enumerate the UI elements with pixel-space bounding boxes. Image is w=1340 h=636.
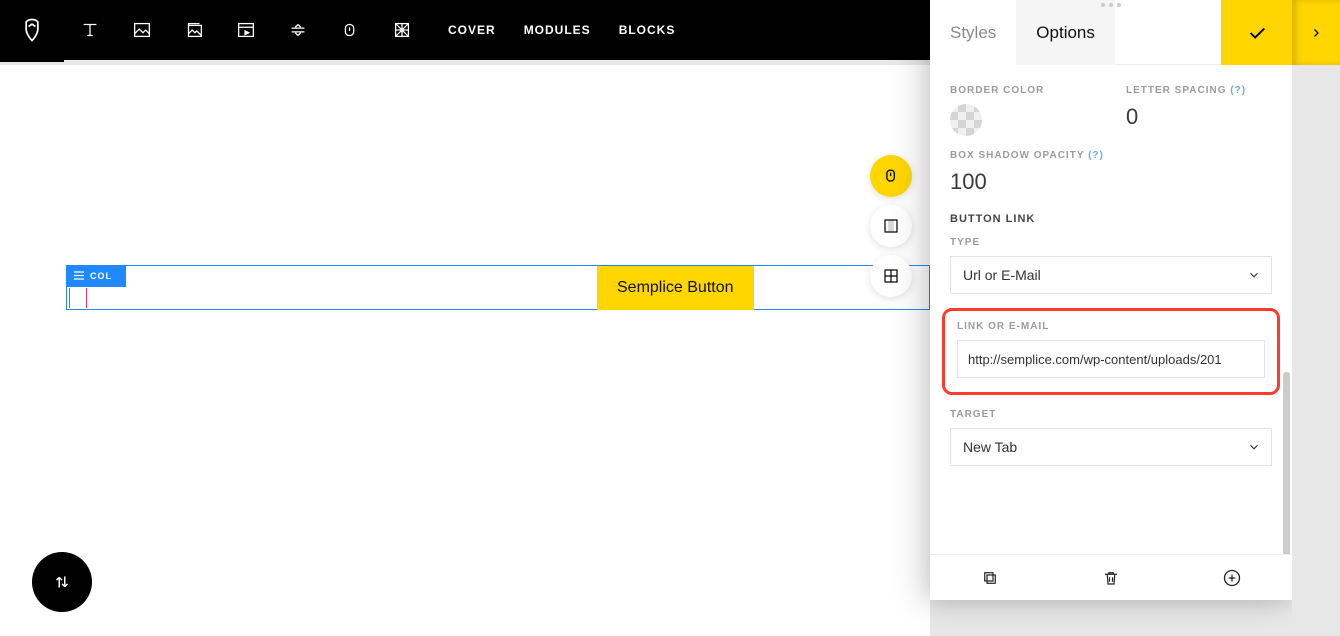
add-icon[interactable] xyxy=(1222,568,1242,588)
chevron-down-icon xyxy=(1247,268,1261,282)
button-tool-icon[interactable] xyxy=(324,0,376,60)
box-shadow-help-icon[interactable]: (?) xyxy=(1088,150,1104,161)
brand-logo[interactable] xyxy=(0,0,64,62)
drag-handle-icon[interactable] xyxy=(66,271,90,282)
box-shadow-value[interactable]: 100 xyxy=(950,169,1272,195)
link-input[interactable] xyxy=(957,340,1265,378)
target-select[interactable]: New Tab xyxy=(950,428,1272,466)
spacer-tool-icon[interactable] xyxy=(272,0,324,60)
letter-spacing-value[interactable]: 0 xyxy=(1126,104,1272,130)
duplicate-icon[interactable] xyxy=(980,568,1000,588)
sort-toggle-button[interactable] xyxy=(32,552,92,612)
column-badge-label: COL xyxy=(90,271,112,281)
target-label: TARGET xyxy=(950,409,1272,420)
tab-options[interactable]: Options xyxy=(1016,0,1115,65)
right-edge-strip xyxy=(1292,0,1340,636)
type-select[interactable]: Url or E-Mail xyxy=(950,256,1272,294)
video-tool-icon[interactable] xyxy=(220,0,272,60)
letter-spacing-label: LETTER SPACING (?) xyxy=(1126,85,1272,96)
menu-blocks[interactable]: BLOCKS xyxy=(619,23,676,37)
editor-canvas: COL Semplice Button xyxy=(0,65,930,636)
semplice-button-element[interactable]: Semplice Button xyxy=(597,266,754,310)
trash-icon[interactable] xyxy=(1101,568,1121,588)
panel-footer xyxy=(930,554,1292,600)
rail-button-element-icon[interactable] xyxy=(870,155,912,197)
link-label: LINK OR E-MAIL xyxy=(957,321,1265,332)
rail-column-icon[interactable] xyxy=(870,205,912,247)
code-tool-icon[interactable] xyxy=(376,0,428,60)
column-gutter-marks xyxy=(69,288,87,308)
button-link-section-title: BUTTON LINK xyxy=(950,213,1272,225)
toolbar-menu: COVER MODULES BLOCKS xyxy=(448,23,675,37)
options-panel: Styles Options BORDER COLOR LETTER SPACI… xyxy=(930,0,1292,600)
chevron-down-icon xyxy=(1247,440,1261,454)
type-select-value: Url or E-Mail xyxy=(963,267,1041,283)
link-field-highlighted: LINK OR E-MAIL xyxy=(942,308,1280,395)
expand-panel-button[interactable] xyxy=(1292,0,1340,65)
border-color-swatch[interactable] xyxy=(950,104,982,136)
gallery-tool-icon[interactable] xyxy=(168,0,220,60)
panel-drag-dots-icon[interactable] xyxy=(930,3,1292,7)
element-side-rail xyxy=(870,155,912,297)
menu-cover[interactable]: COVER xyxy=(448,23,496,37)
chevron-right-icon xyxy=(1310,27,1322,39)
tab-styles[interactable]: Styles xyxy=(930,0,1016,65)
column-frame[interactable]: COL Semplice Button xyxy=(66,265,930,310)
letter-spacing-help-icon[interactable]: (?) xyxy=(1230,85,1246,96)
panel-scrollbar[interactable] xyxy=(1283,70,1290,560)
panel-body: BORDER COLOR LETTER SPACING (?) 0 BOX SH… xyxy=(930,65,1292,554)
text-tool-icon[interactable] xyxy=(64,0,116,60)
rail-section-icon[interactable] xyxy=(870,255,912,297)
menu-modules[interactable]: MODULES xyxy=(524,23,591,37)
column-badge[interactable]: COL xyxy=(66,265,126,287)
panel-tabs: Styles Options xyxy=(930,0,1292,65)
target-select-value: New Tab xyxy=(963,439,1017,455)
confirm-check-button[interactable] xyxy=(1221,0,1292,65)
box-shadow-label: BOX SHADOW OPACITY (?) xyxy=(950,150,1272,161)
type-label: TYPE xyxy=(950,237,1272,248)
tool-icons xyxy=(64,0,428,60)
border-color-label: BORDER COLOR xyxy=(950,85,1096,96)
image-tool-icon[interactable] xyxy=(116,0,168,60)
